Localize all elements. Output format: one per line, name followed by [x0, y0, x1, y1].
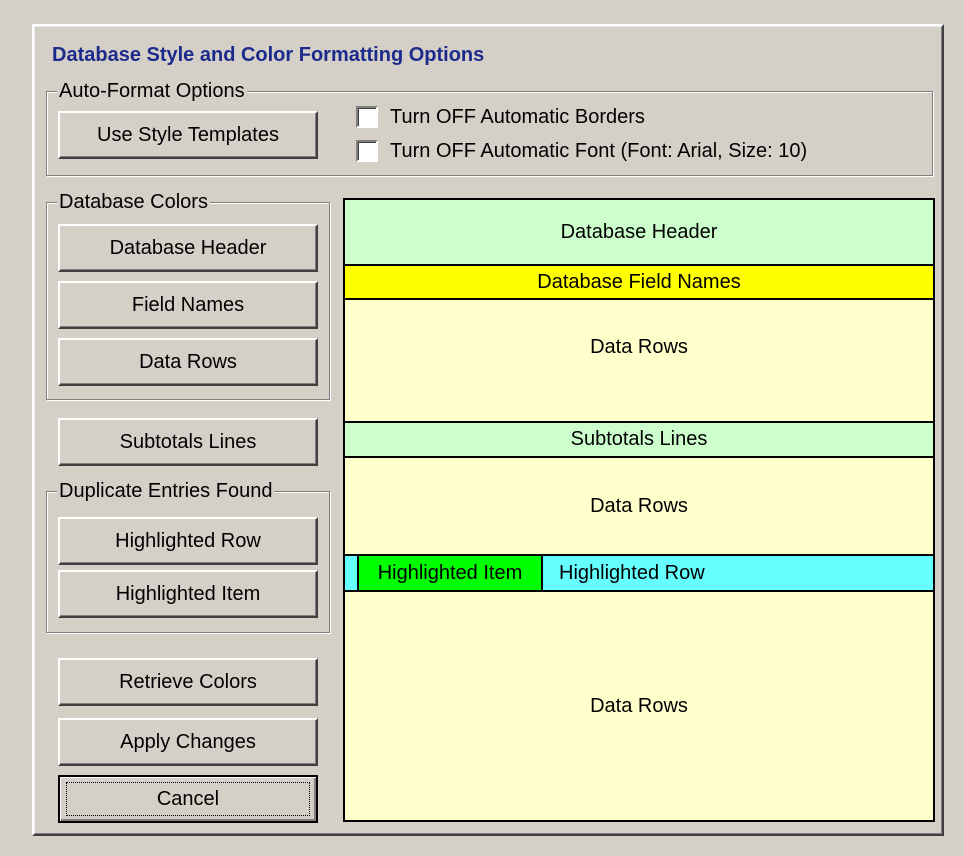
retrieve-colors-button[interactable]: Retrieve Colors	[58, 658, 318, 706]
preview-subtotals: Subtotals Lines	[345, 423, 933, 458]
preview-highlighted-row: Highlighted Item Highlighted Row	[345, 556, 933, 592]
cancel-button[interactable]: Cancel	[58, 775, 318, 823]
preview-data-rows-1: Data Rows	[345, 300, 933, 423]
preview-highlighted-item-label: Highlighted Item	[377, 561, 523, 584]
field-names-button[interactable]: Field Names	[58, 281, 318, 329]
preview-data-rows-2-label: Data Rows	[590, 494, 688, 517]
use-style-templates-button[interactable]: Use Style Templates	[58, 111, 318, 159]
preview-database-header: Database Header	[345, 200, 933, 266]
turn-off-font-label: Turn OFF Automatic Font (Font: Arial, Si…	[390, 140, 808, 162]
auto-format-group-label: Auto-Format Options	[57, 79, 247, 103]
preview-data-rows-3: Data Rows	[345, 592, 933, 820]
database-colors-group-label: Database Colors	[57, 190, 210, 214]
duplicate-entries-group-label: Duplicate Entries Found	[57, 479, 275, 503]
turn-off-font-checkbox[interactable]	[356, 140, 378, 162]
preview-highlighted-row-label: Highlighted Row	[559, 561, 705, 584]
preview-field-names-label: Database Field Names	[537, 270, 741, 293]
dialog-title: Database Style and Color Formatting Opti…	[52, 44, 485, 66]
data-rows-button[interactable]: Data Rows	[58, 338, 318, 386]
preview-data-rows-3-label: Data Rows	[590, 694, 688, 717]
highlighted-item-button[interactable]: Highlighted Item	[58, 570, 318, 618]
turn-off-borders-checkbox[interactable]	[356, 106, 378, 128]
focus-rectangle	[66, 782, 310, 816]
database-header-button[interactable]: Database Header	[58, 224, 318, 272]
preview-data-rows-2: Data Rows	[345, 458, 933, 556]
color-preview: Database Header Database Field Names Dat…	[343, 198, 935, 822]
preview-field-names: Database Field Names	[345, 266, 933, 300]
preview-highlighted-item: Highlighted Item	[357, 556, 543, 590]
preview-subtotals-label: Subtotals Lines	[570, 428, 708, 450]
preview-database-header-label: Database Header	[560, 220, 718, 243]
apply-changes-button[interactable]: Apply Changes	[58, 718, 318, 766]
preview-data-rows-1-label: Data Rows	[590, 336, 688, 358]
turn-off-borders-label: Turn OFF Automatic Borders	[390, 106, 645, 128]
dialog-window: Database Style and Color Formatting Opti…	[0, 0, 964, 856]
subtotals-lines-button[interactable]: Subtotals Lines	[58, 418, 318, 466]
highlighted-row-button[interactable]: Highlighted Row	[58, 517, 318, 565]
